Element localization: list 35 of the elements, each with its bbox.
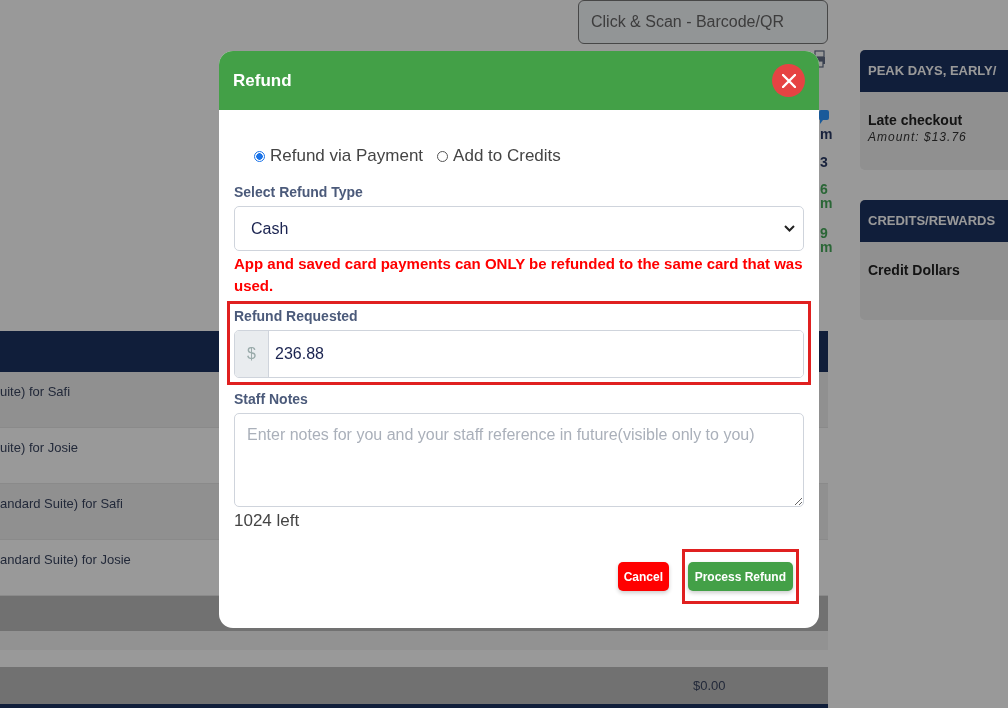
table-cell: uite) for Josie xyxy=(0,440,79,455)
currency-addon: $ xyxy=(235,331,269,377)
characters-left: 1024 left xyxy=(234,511,301,531)
total-amount: $0.00 xyxy=(693,678,726,693)
item-label: Credit Dollars xyxy=(868,262,961,278)
amount-text: Amount: $13.76 xyxy=(868,130,968,144)
scan-field[interactable]: Click & Scan - Barcode/QR xyxy=(578,0,828,44)
field-label: Staff Notes xyxy=(234,391,309,407)
staff-notes-field[interactable]: Enter notes for you and your staff reference in future(visible only to you) xyxy=(234,413,804,507)
dialog-title: Refund xyxy=(233,70,292,91)
item-label: Late checkout xyxy=(868,112,964,128)
text-fragment: m xyxy=(820,127,833,141)
text-fragment: m xyxy=(820,240,833,254)
radio-label[interactable]: Add to Credits xyxy=(453,146,561,166)
close-button[interactable] xyxy=(772,64,805,97)
radio-label[interactable]: Refund via Payment xyxy=(270,146,424,166)
chat-icon xyxy=(819,110,829,124)
table-cell: andard Suite) for Safi xyxy=(0,496,123,511)
radio-button[interactable] xyxy=(254,150,265,162)
text-fragment: 6 xyxy=(820,182,828,196)
chevron-down-icon xyxy=(784,225,795,232)
field-label: Select Refund Type xyxy=(234,184,364,200)
table-cell: uite) for Safi xyxy=(0,384,71,399)
table-cell: andard Suite) for Josie xyxy=(0,552,131,567)
card-title: CREDITS/REWARDS xyxy=(860,200,1008,242)
close-icon xyxy=(781,73,796,88)
text-fragment: 9 xyxy=(820,226,828,240)
refund-type-select[interactable]: Cash xyxy=(234,206,804,251)
refund-amount-field[interactable]: $ 236.88 xyxy=(234,330,804,378)
card-title: PEAK DAYS, EARLY/ xyxy=(860,50,1008,92)
text-fragment: 3 xyxy=(820,155,828,169)
warning-text: App and saved card payments can ONLY be refunded to the same card that was used. xyxy=(234,254,804,296)
text-fragment: m xyxy=(820,196,833,210)
field-label: Refund Requested xyxy=(234,308,359,324)
cancel-button[interactable]: Cancel xyxy=(617,562,669,591)
